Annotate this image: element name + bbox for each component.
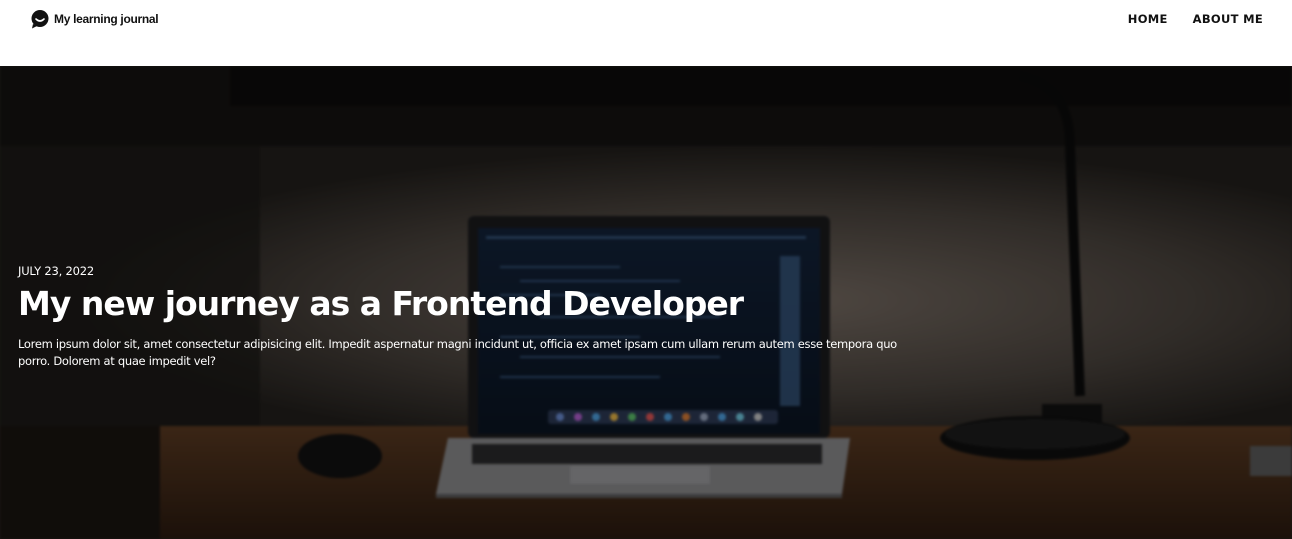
nav-home[interactable]: HOME	[1128, 12, 1168, 26]
featured-post[interactable]: JULY 23, 2022 My new journey as a Fronte…	[18, 264, 898, 370]
site-header: My learning journal HOME ABOUT ME	[0, 0, 1292, 66]
logo-text: My learning journal	[54, 12, 159, 26]
nav-about-me[interactable]: ABOUT ME	[1193, 12, 1263, 26]
post-title[interactable]: My new journey as a Frontend Developer	[18, 284, 898, 324]
post-date: JULY 23, 2022	[18, 264, 94, 278]
site-logo[interactable]: My learning journal	[30, 9, 159, 29]
hero-banner[interactable]: JULY 23, 2022 My new journey as a Fronte…	[0, 66, 1292, 539]
post-excerpt: Lorem ipsum dolor sit, amet consectetur …	[18, 337, 897, 368]
chat-bubble-icon	[31, 10, 49, 29]
main-nav: HOME ABOUT ME	[1128, 12, 1263, 26]
